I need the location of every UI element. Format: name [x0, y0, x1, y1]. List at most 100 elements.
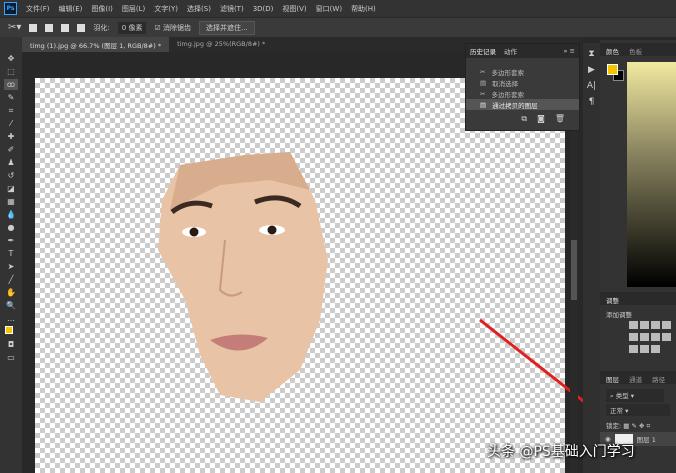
- menu-file[interactable]: 文件(F): [26, 4, 50, 14]
- add-selection-icon[interactable]: [45, 23, 54, 32]
- feather-input[interactable]: 0 像素: [117, 21, 147, 34]
- tab-actions[interactable]: 动作: [504, 46, 517, 56]
- select-and-mask-button[interactable]: 选择并遮住...: [198, 20, 255, 35]
- crop-tool-icon[interactable]: ⌗: [4, 105, 18, 116]
- eyedropper-tool-icon[interactable]: ⁄: [4, 118, 18, 129]
- tab-channels[interactable]: 通道: [629, 376, 642, 384]
- color-balance-icon[interactable]: [640, 333, 649, 341]
- move-tool-icon[interactable]: ✥: [4, 53, 18, 64]
- history-item-label: 多边形套索: [491, 90, 524, 99]
- tab-history[interactable]: 历史记录: [470, 46, 496, 56]
- options-bar: ✂▾ 羽化: 0 像素 ☑ 消除锯齿 选择并遮住...: [0, 17, 676, 37]
- eraser-tool-icon[interactable]: ◪: [4, 183, 18, 194]
- menu-3d[interactable]: 3D(D): [253, 5, 274, 13]
- history-item-selected[interactable]: ▤ 通过拷贝的图层: [466, 99, 579, 110]
- panel-menu-icon[interactable]: » ≡: [564, 47, 580, 55]
- path-select-tool-icon[interactable]: ➤: [4, 261, 18, 272]
- lasso-tool-icon[interactable]: ꝏ: [4, 79, 18, 90]
- tab-timg[interactable]: timg.jpg @ 25%(RGB/8#) *: [169, 37, 273, 52]
- color-panel-header: 颜色 色板: [600, 43, 676, 56]
- photo-filter-icon[interactable]: [662, 333, 671, 341]
- tab-paths[interactable]: 路径: [652, 376, 665, 384]
- tab-timg-1[interactable]: timg (1).jpg @ 66.7% (图层 1, RGB/8#) *: [22, 37, 170, 52]
- stamp-tool-icon[interactable]: ♟: [4, 157, 18, 168]
- foreground-color-swatch[interactable]: [607, 64, 618, 75]
- exposure-icon[interactable]: [662, 321, 671, 329]
- paragraph-panel-icon[interactable]: ¶: [589, 97, 595, 107]
- lasso-tool-preset-icon[interactable]: ✂▾: [8, 22, 21, 33]
- menu-help[interactable]: 帮助(H): [351, 4, 376, 14]
- hand-tool-icon[interactable]: ✋: [4, 287, 18, 298]
- threshold-icon[interactable]: [651, 345, 660, 353]
- watermark: 头条 @PS基础入门学习: [487, 444, 635, 460]
- layers-panel-header: 图层 通道 路径: [600, 371, 676, 384]
- gradient-tool-icon[interactable]: ▦: [4, 196, 18, 207]
- face-image: [158, 152, 328, 402]
- history-brush-icon[interactable]: ↺: [4, 170, 18, 181]
- posterize-icon[interactable]: [640, 345, 649, 353]
- menu-type[interactable]: 文字(Y): [154, 4, 178, 14]
- type-tool-icon[interactable]: T: [4, 248, 18, 259]
- new-document-from-state-icon[interactable]: ⧉: [521, 114, 527, 124]
- color-spectrum[interactable]: [627, 62, 676, 287]
- history-item[interactable]: ✂ 多边形套索: [466, 66, 579, 77]
- menu-window[interactable]: 窗口(W): [316, 4, 342, 14]
- quick-select-tool-icon[interactable]: ✎: [4, 92, 18, 103]
- lock-icons[interactable]: ▦ ✎ ✥ ⌗: [623, 422, 650, 430]
- history-panel: 历史记录 动作 » ≡ ✂ 多边形套索 ▤ 取消选择 ✂ 多边形套索 ▤ 通过拷贝的图层…: [465, 43, 580, 131]
- blend-mode-select[interactable]: 正常 ▾: [606, 404, 670, 416]
- line-tool-icon[interactable]: ╱: [4, 274, 18, 285]
- curves-icon[interactable]: [651, 321, 660, 329]
- layer-filter-select[interactable]: ⌕ 类型 ▾: [606, 389, 664, 402]
- menu-select[interactable]: 选择(S): [187, 4, 211, 14]
- dodge-tool-icon[interactable]: ●: [4, 222, 18, 233]
- tab-color[interactable]: 颜色: [606, 48, 619, 56]
- scrollbar-thumb[interactable]: [571, 240, 577, 300]
- pen-tool-icon[interactable]: ✒: [4, 235, 18, 246]
- snapshot-camera-icon[interactable]: ◙: [537, 114, 545, 124]
- menu-image[interactable]: 图像(I): [91, 4, 113, 14]
- menu-view[interactable]: 视图(V): [282, 4, 306, 14]
- history-item[interactable]: ✂ 多边形套索: [466, 88, 579, 99]
- quick-mask-icon[interactable]: ◘: [4, 339, 18, 350]
- panel-icon-strip: ⧗ ▶ A| ¶: [583, 43, 600, 473]
- trash-icon[interactable]: 🗑: [555, 114, 565, 124]
- layer-filter-value: 类型: [615, 392, 629, 400]
- levels-icon[interactable]: [640, 321, 649, 329]
- intersect-selection-icon[interactable]: [77, 23, 86, 32]
- new-selection-icon[interactable]: [29, 23, 38, 32]
- document-icon: ▤: [480, 78, 487, 87]
- zoom-tool-icon[interactable]: 🔍: [4, 300, 18, 311]
- tools-panel: ✥ ⬚ ꝏ ✎ ⌗ ⁄ ✚ ✐ ♟ ↺ ◪ ▦ 💧 ● ✒ T ➤ ╱ ✋ 🔍 …: [0, 37, 22, 473]
- blur-tool-icon[interactable]: 💧: [4, 209, 18, 220]
- antialias-checkbox[interactable]: ☑ 消除锯齿: [154, 23, 191, 33]
- lock-row: 锁定: ▦ ✎ ✥ ⌗: [606, 420, 650, 431]
- character-panel-icon[interactable]: A|: [587, 81, 596, 91]
- tab-layers[interactable]: 图层: [606, 376, 619, 384]
- add-adjustment-label: 添加调整: [606, 311, 632, 319]
- menu-filter[interactable]: 滤镜(T): [220, 4, 244, 14]
- lasso-icon: ✂: [480, 67, 486, 76]
- layer-name: 图层 1: [636, 436, 656, 444]
- invert-icon[interactable]: [629, 345, 638, 353]
- marquee-tool-icon[interactable]: ⬚: [4, 66, 18, 77]
- actions-play-icon[interactable]: ▶: [588, 65, 595, 75]
- lasso-icon: ✂: [480, 89, 486, 98]
- bw-icon[interactable]: [651, 333, 660, 341]
- document-icon: ▤: [480, 100, 487, 109]
- healing-tool-icon[interactable]: ✚: [4, 131, 18, 142]
- tab-swatches[interactable]: 色板: [629, 48, 642, 56]
- antialias-label: 消除锯齿: [162, 23, 191, 32]
- color-swatch-icon[interactable]: [4, 326, 18, 337]
- more-tools-icon[interactable]: …: [4, 313, 18, 324]
- subtract-selection-icon[interactable]: [61, 23, 70, 32]
- screen-mode-icon[interactable]: ▭: [4, 352, 18, 363]
- history-item-label: 多边形套索: [491, 68, 524, 77]
- menu-edit[interactable]: 编辑(E): [59, 4, 83, 14]
- history-item[interactable]: ▤ 取消选择: [466, 77, 579, 88]
- hue-saturation-icon[interactable]: [629, 333, 638, 341]
- brush-tool-icon[interactable]: ✐: [4, 144, 18, 155]
- history-panel-icon[interactable]: ⧗: [588, 49, 594, 59]
- brightness-icon[interactable]: [629, 321, 638, 329]
- menu-layer[interactable]: 图层(L): [122, 4, 145, 14]
